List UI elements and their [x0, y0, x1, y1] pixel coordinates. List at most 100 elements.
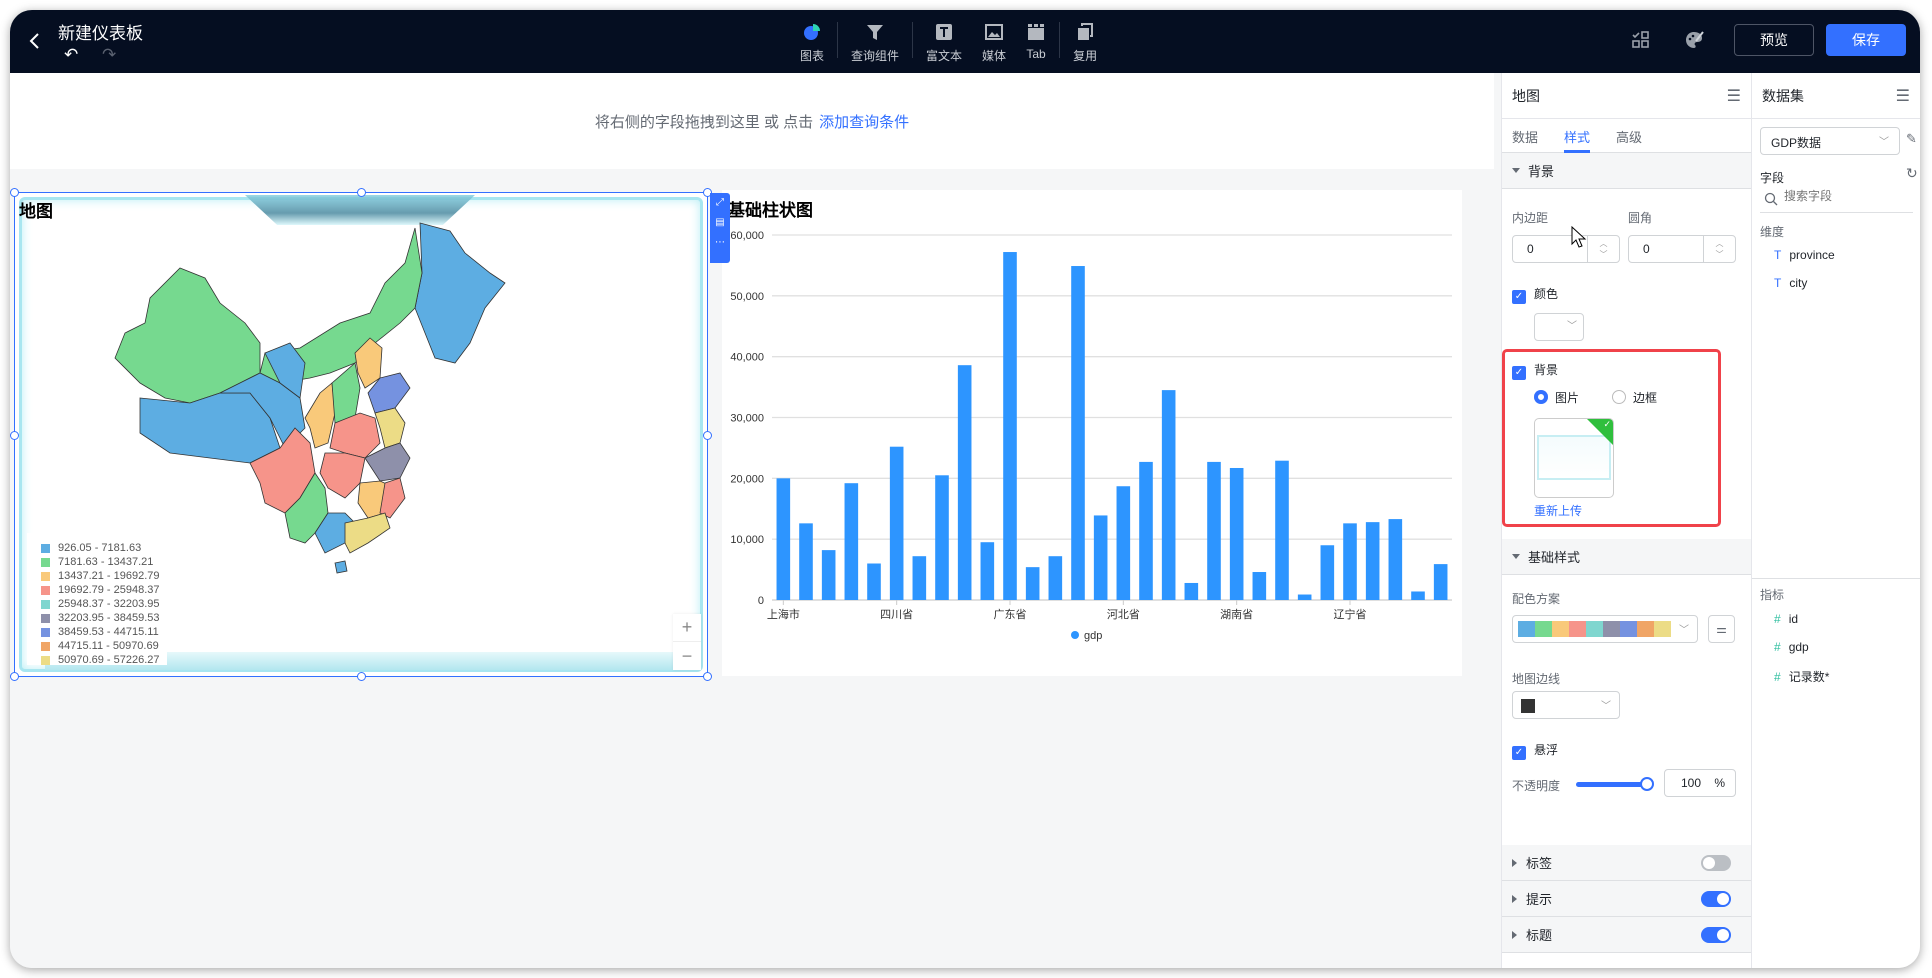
bar[interactable] — [889, 446, 904, 600]
labels-toggle[interactable] — [1701, 855, 1731, 871]
measure-field[interactable]: # gdp — [1774, 640, 1809, 654]
tab-advanced[interactable]: 高级 — [1616, 119, 1642, 152]
bar[interactable] — [912, 556, 927, 600]
bar-chart-card[interactable]: 0 10,000 20,000 30,000 40,000 50,000 60,000 上海市… — [722, 190, 1462, 676]
tooltip-toggle[interactable] — [1701, 891, 1731, 907]
undo-icon[interactable]: ↶ — [64, 46, 78, 64]
bar[interactable] — [867, 563, 881, 601]
more-icon[interactable]: ⋯ — [715, 237, 725, 249]
bar[interactable] — [1139, 461, 1153, 600]
measure-field[interactable]: # 记录数* — [1774, 668, 1829, 685]
stepper[interactable]: ︿ ﹀ — [1587, 236, 1619, 262]
resize-handle[interactable] — [357, 672, 366, 681]
add-query-condition-link[interactable]: 添加查询条件 — [819, 111, 909, 132]
legend-item[interactable]: 32203.95 - 38459.53 — [41, 611, 167, 625]
legend-item[interactable]: 7181.63 - 13437.21 — [41, 555, 167, 569]
bar[interactable] — [1229, 467, 1244, 600]
tool-media[interactable]: 媒体 — [972, 20, 1016, 64]
legend-label[interactable]: gdp — [1084, 630, 1102, 642]
redo-icon[interactable]: ↷ — [102, 46, 116, 64]
bar[interactable] — [935, 475, 949, 600]
legend-item[interactable]: 38459.53 - 44715.11 — [41, 625, 167, 639]
bar[interactable] — [1207, 461, 1221, 600]
bar[interactable] — [1071, 266, 1085, 600]
tab-data[interactable]: 数据 — [1512, 119, 1538, 152]
legend-item[interactable]: 50970.69 - 57226.27 — [41, 653, 167, 667]
back-icon[interactable] — [24, 30, 46, 52]
background-image-thumbnail[interactable]: ✓ — [1534, 418, 1614, 498]
legend-item[interactable]: 25948.37 - 32203.95 — [41, 597, 167, 611]
measure-field[interactable]: # id — [1774, 612, 1798, 626]
legend-item[interactable]: 13437.21 - 19692.79 — [41, 569, 167, 583]
detail-icon[interactable]: ▤ — [715, 217, 724, 229]
tool-reuse[interactable]: 复用 — [1063, 20, 1107, 64]
section-labels[interactable]: 标签 — [1502, 845, 1751, 881]
tool-chart[interactable]: 图表 — [790, 20, 834, 64]
bar[interactable] — [776, 478, 791, 600]
palette-settings-button[interactable]: ⚌ — [1708, 615, 1735, 643]
bar[interactable] — [1003, 252, 1017, 600]
bar[interactable] — [821, 550, 836, 600]
map-border-color-select[interactable]: ﹀ — [1512, 691, 1620, 719]
bar[interactable] — [1116, 486, 1131, 600]
refresh-icon[interactable]: ↻ — [1906, 165, 1918, 182]
edit-dataset-icon[interactable]: ✎ — [1906, 131, 1917, 147]
opacity-slider-handle[interactable] — [1640, 777, 1654, 791]
bar[interactable] — [1297, 594, 1312, 600]
resize-handle[interactable] — [703, 431, 712, 440]
tool-query[interactable]: 查询组件 — [841, 20, 909, 64]
opacity-input[interactable]: 100 % — [1664, 769, 1736, 797]
bar[interactable] — [1275, 460, 1289, 600]
bar[interactable] — [1411, 591, 1425, 600]
collapse-panel-icon[interactable]: ☰ — [1727, 86, 1741, 106]
legend-item[interactable]: 926.05 - 7181.63 — [41, 541, 167, 555]
resize-handle[interactable] — [357, 188, 366, 197]
field-search[interactable] — [1760, 185, 1913, 213]
radio-border[interactable] — [1612, 390, 1626, 404]
collapse-panel-icon[interactable]: ☰ — [1896, 86, 1910, 106]
resize-handle[interactable] — [10, 672, 19, 681]
padding-input[interactable]: 0 ︿ ﹀ — [1512, 235, 1620, 263]
section-tooltip[interactable]: 提示 — [1502, 881, 1751, 917]
zoom-out-button[interactable]: − — [673, 642, 701, 670]
resize-handle[interactable] — [10, 431, 19, 440]
bar[interactable] — [1320, 545, 1335, 600]
bar[interactable] — [1433, 564, 1448, 600]
radio-image[interactable] — [1534, 390, 1548, 404]
bar[interactable] — [1365, 522, 1380, 600]
resize-handle[interactable] — [703, 672, 712, 681]
legend-item[interactable]: 19692.79 - 25948.37 — [41, 583, 167, 597]
color-picker[interactable]: ﹀ — [1534, 313, 1584, 341]
bar[interactable] — [799, 523, 813, 600]
stepper[interactable]: ︿ ﹀ — [1703, 236, 1735, 262]
palette-select[interactable]: ﹀ — [1512, 615, 1698, 643]
reupload-link[interactable]: 重新上传 — [1534, 502, 1582, 519]
bar[interactable] — [980, 542, 995, 600]
color-checkbox[interactable]: ✓ — [1512, 286, 1526, 304]
resize-handle[interactable] — [10, 188, 19, 197]
expand-icon[interactable]: ⤢ — [716, 197, 724, 209]
section-title[interactable]: 标题 — [1502, 917, 1751, 953]
bar[interactable] — [1025, 567, 1040, 600]
query-dropzone[interactable]: 将右侧的字段拖拽到这里 或 点击 添加查询条件 — [10, 73, 1494, 169]
map-chart-card[interactable]: 地图 926.05 - 7181.63 7181.63 - 13437.21 1… — [10, 188, 712, 681]
bar[interactable] — [1093, 515, 1108, 600]
save-button[interactable]: 保存 — [1826, 24, 1906, 56]
dimension-field[interactable]: Tcity — [1774, 276, 1807, 290]
tool-richtext[interactable]: 富文本 — [916, 20, 972, 64]
zoom-in-button[interactable]: + — [673, 614, 701, 642]
tool-tab[interactable]: Tab — [1016, 20, 1056, 61]
dimension-field[interactable]: Tprovince — [1774, 248, 1835, 262]
bar[interactable] — [1048, 556, 1063, 600]
bar[interactable] — [1343, 523, 1357, 600]
china-map[interactable] — [110, 213, 570, 673]
bar[interactable] — [844, 483, 859, 600]
section-background[interactable]: 背景 — [1502, 153, 1751, 189]
hover-checkbox[interactable]: ✓ — [1512, 742, 1526, 760]
legend-item[interactable]: 44715.11 - 50970.69 — [41, 639, 167, 653]
layout-check-icon[interactable] — [1626, 25, 1656, 55]
bar[interactable] — [1161, 390, 1176, 600]
bar[interactable] — [1388, 519, 1403, 600]
tab-style[interactable]: 样式 — [1564, 119, 1591, 153]
radius-input[interactable]: 0 ︿ ﹀ — [1628, 235, 1736, 263]
